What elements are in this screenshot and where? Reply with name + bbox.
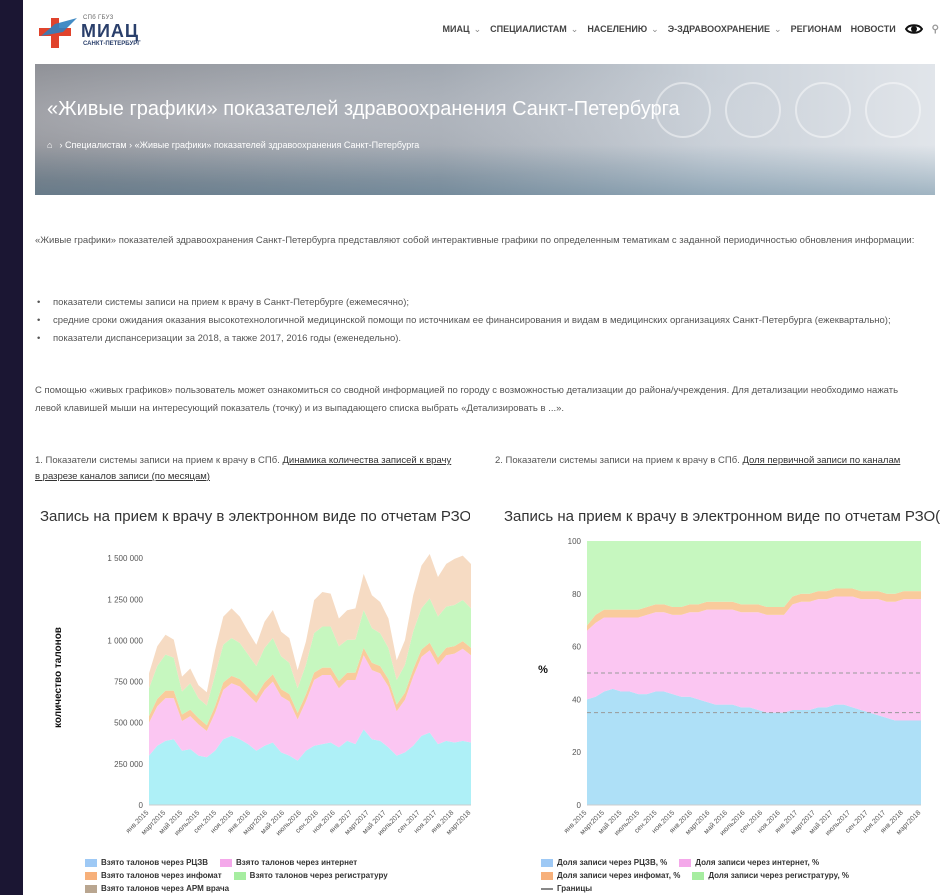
- nav-item-population[interactable]: НАСЕЛЕНИЮ ⌄: [587, 24, 658, 36]
- nav-label: Э-ЗДРАВООХРАНЕНИЕ: [667, 24, 771, 34]
- legend-item[interactable]: Взято талонов через АРМ врача: [85, 884, 229, 893]
- banner-deco-icon: [795, 82, 851, 138]
- home-icon[interactable]: ⌂: [47, 140, 57, 150]
- legend-item[interactable]: Границы: [541, 884, 592, 893]
- legend-label: Взято талонов через РЦЗВ: [101, 858, 209, 867]
- legend-swatch: [85, 884, 97, 893]
- chart1-title: Запись на прием к врачу в электронном ви…: [40, 508, 470, 525]
- page-title: «Живые графики» показателей здравоохране…: [47, 98, 680, 120]
- nav-item-ehealth[interactable]: Э-ЗДРАВООХРАНЕНИЕ ⌄: [668, 24, 782, 36]
- eye-icon[interactable]: [904, 23, 923, 35]
- legend-label: Доля записи через РЦЗВ, %: [557, 858, 668, 867]
- chevron-down-icon: ⌄: [651, 24, 659, 34]
- list-item: показатели системы записи на прием к вра…: [35, 294, 925, 312]
- logo-cross-icon: [39, 18, 77, 48]
- logo-title: МИАЦ: [81, 21, 140, 41]
- legend-label: Взято талонов через интернет: [236, 858, 358, 867]
- legend-swatch: [220, 858, 233, 867]
- legend-label: Доля записи через регистратуру, %: [708, 871, 849, 880]
- legend-item[interactable]: Взято талонов через РЦЗВ: [85, 858, 208, 867]
- chart1-legend: Взято талонов через РЦЗВ Взято талонов ч…: [85, 858, 388, 895]
- legend-label: Границы: [557, 884, 593, 893]
- y-tick-label: 1 000 000: [107, 636, 143, 645]
- nav-label: СПЕЦИАЛИСТАМ: [490, 24, 567, 34]
- caption-1: 1. Показатели системы записи на прием к …: [35, 453, 455, 485]
- y-axis-label: %: [538, 664, 548, 676]
- nav-item-specialists[interactable]: СПЕЦИАЛИСТАМ ⌄: [490, 24, 578, 36]
- list-item: средние сроки ожидания оказания высокоте…: [35, 312, 925, 330]
- legend-swatch: [85, 871, 97, 880]
- breadcrumb-separator: ›: [59, 140, 63, 150]
- legend-swatch: [541, 858, 553, 867]
- search-icon[interactable]: ⚲: [932, 24, 939, 36]
- y-tick-label: 500 000: [114, 719, 143, 728]
- legend-label: Взято талонов через АРМ врача: [101, 884, 230, 893]
- y-tick-label: 80: [572, 590, 581, 599]
- legend-item[interactable]: Взято талонов через инфомат: [85, 871, 222, 880]
- chart2-legend: Доля записи через РЦЗВ, % Доля записи че…: [541, 858, 849, 895]
- chevron-down-icon: ⌄: [473, 24, 482, 34]
- legend-swatch: [692, 871, 705, 880]
- y-axis-label: количество талонов: [53, 627, 64, 728]
- y-tick-label: 0: [577, 801, 582, 810]
- caption-text: 1. Показатели системы записи на прием к …: [35, 455, 283, 466]
- nav-label: НОВОСТИ: [850, 24, 896, 34]
- legend-swatch: [233, 871, 246, 880]
- y-tick-label: 250 000: [114, 760, 143, 769]
- legend-item[interactable]: Доля записи через РЦЗВ, %: [541, 858, 667, 867]
- caption-2: 2. Показатели системы записи на прием к …: [495, 453, 915, 469]
- legend-label: Взято талонов через регистратуру: [249, 871, 388, 880]
- nav-item-news[interactable]: НОВОСТИ: [851, 24, 896, 36]
- nav-item-miac[interactable]: МИАЦ ⌄: [443, 24, 482, 36]
- y-tick-label: 0: [139, 801, 144, 810]
- help-text: С помощью «живых графиков» пользователь …: [35, 385, 899, 414]
- breadcrumb-separator: ›: [129, 140, 133, 150]
- legend-swatch: [541, 871, 553, 880]
- logo-subtitle: САНКТ-ПЕТЕРБУРГ: [83, 41, 141, 47]
- y-tick-label: 750 000: [114, 678, 143, 687]
- chevron-down-icon: ⌄: [774, 24, 782, 34]
- nav-item-regions[interactable]: РЕГИОНАМ: [791, 24, 842, 36]
- banner-deco-icon: [865, 82, 921, 138]
- y-tick-label: 100: [568, 537, 582, 546]
- hero-banner: «Живые графики» показателей здравоохране…: [35, 64, 935, 195]
- legend-label: Доля записи через инфомат, %: [557, 871, 681, 880]
- chart2-svg: 020406080100янв.2015март2015май 2015июль…: [538, 537, 922, 837]
- list-item: показатели диспансеризации за 2018, а та…: [35, 330, 925, 348]
- legend-label: Доля записи через интернет, %: [695, 858, 820, 867]
- nav-label: МИАЦ: [442, 24, 470, 34]
- chart2-link[interactable]: Доля первичной записи по каналам: [742, 455, 900, 466]
- legend-item[interactable]: Доля записи через интернет, %: [679, 858, 819, 867]
- legend-swatch: [679, 858, 692, 867]
- y-tick-label: 1 250 000: [107, 595, 143, 604]
- caption-text: 2. Показатели системы записи на прием к …: [495, 455, 743, 466]
- main-nav: МИАЦ ⌄ СПЕЦИАЛИСТАМ ⌄ НАСЕЛЕНИЮ ⌄ Э-ЗДРАВОО…: [443, 24, 939, 36]
- y-tick-label: 40: [572, 695, 581, 704]
- legend-item[interactable]: Взято талонов через интернет: [220, 858, 357, 867]
- banner-deco-icon: [725, 82, 781, 138]
- topic-list: показатели системы записи на прием к вра…: [35, 294, 925, 348]
- chevron-down-icon: ⌄: [570, 24, 579, 34]
- chart2-title: Запись на прием к врачу в электронном ви…: [504, 508, 940, 525]
- logo[interactable]: СПб ГБУЗ МИАЦ САНКТ-ПЕТЕРБУРГ: [37, 14, 157, 50]
- legend-dash: [541, 887, 553, 890]
- legend-item[interactable]: Доля записи через регистратуру, %: [692, 871, 849, 880]
- legend-item[interactable]: Взято талонов через регистратуру: [233, 871, 388, 880]
- page: СПб ГБУЗ МИАЦ САНКТ-ПЕТЕРБУРГ МИАЦ ⌄ СПЕЦ…: [23, 0, 949, 895]
- nav-label: НАСЕЛЕНИЮ: [587, 24, 648, 34]
- chart1-svg: 0 250 000 500 000 750 000 1 000 000 1 250 000…: [53, 553, 472, 837]
- site-header: СПб ГБУЗ МИАЦ САНКТ-ПЕТЕРБУРГ МИАЦ ⌄ СПЕЦ…: [23, 0, 949, 62]
- breadcrumb: ⌂ › Специалистам › «Живые графики» показ…: [47, 140, 419, 150]
- nav-label: РЕГИОНАМ: [790, 24, 842, 34]
- y-tick-label: 1 500 000: [107, 554, 143, 563]
- intro-text: «Живые графики» показателей здравоохране…: [35, 235, 915, 246]
- y-tick-label: 60: [572, 643, 581, 652]
- legend-item[interactable]: Доля записи через инфомат, %: [541, 871, 680, 880]
- legend-swatch: [85, 858, 97, 867]
- y-tick-label: 20: [572, 748, 581, 757]
- breadcrumb-specialists[interactable]: Специалистам: [65, 140, 127, 150]
- legend-label: Взято талонов через инфомат: [101, 871, 222, 880]
- breadcrumb-current: «Живые графики» показателей здравоохране…: [134, 140, 420, 150]
- banner-tint: [35, 145, 935, 195]
